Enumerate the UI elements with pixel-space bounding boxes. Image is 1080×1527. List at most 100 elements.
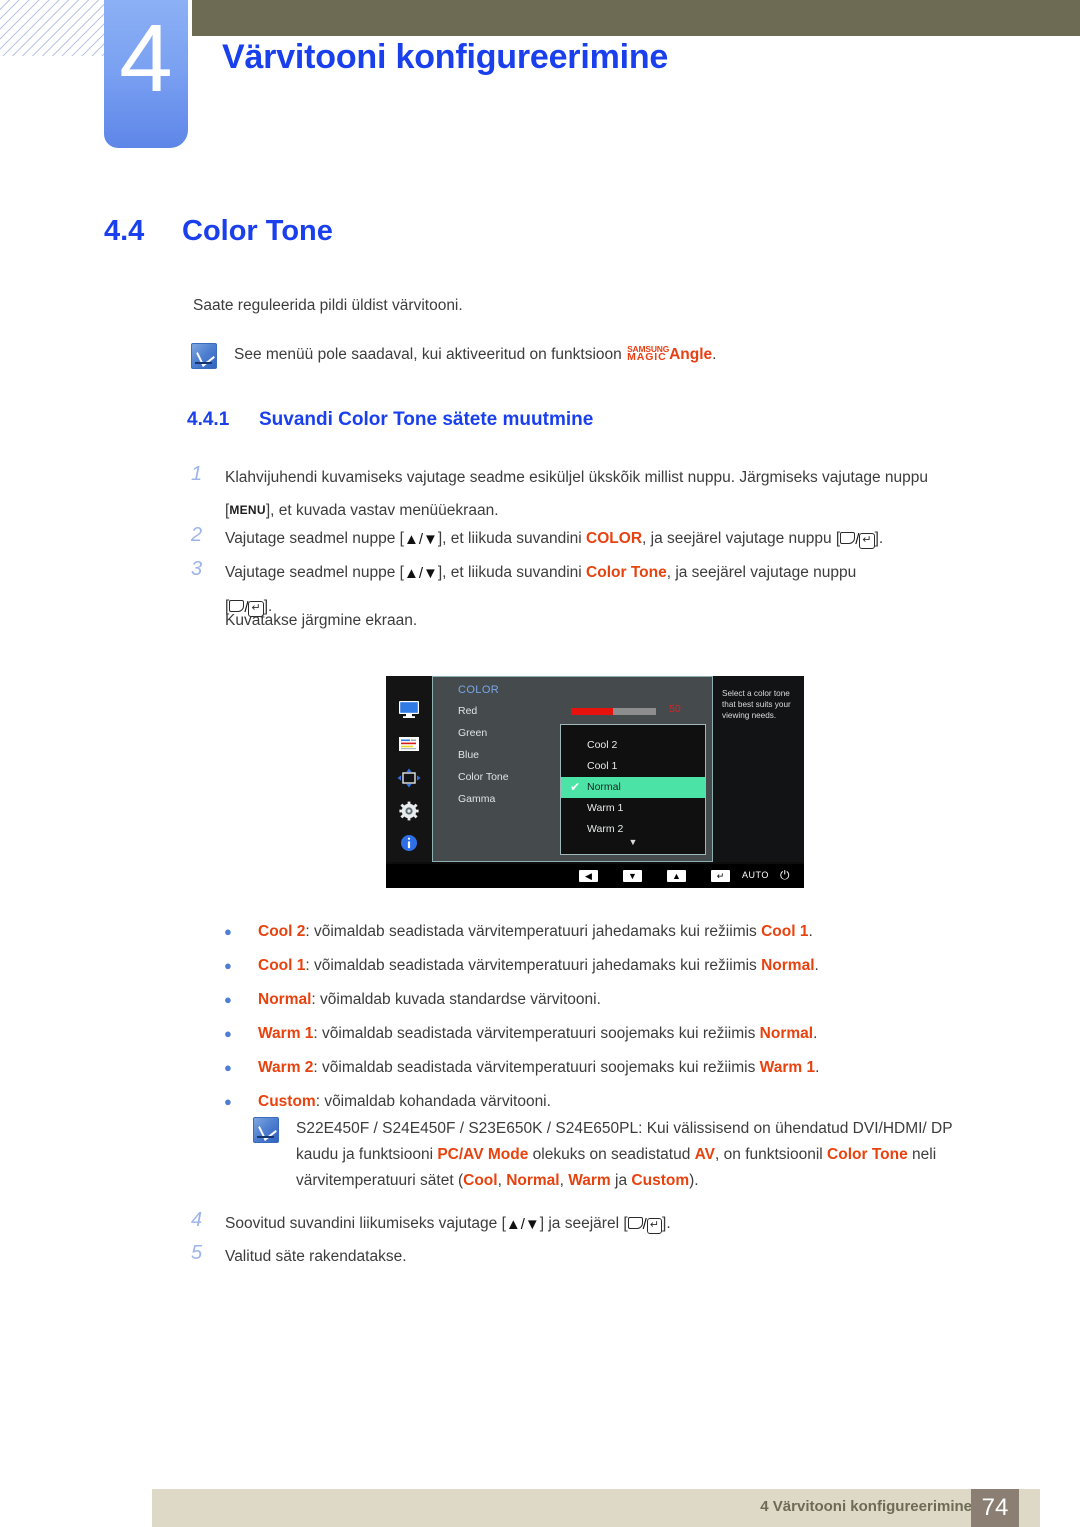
step-5: 5 Valitud säte rakendatakse. [191,1240,981,1273]
bullet-mid: : võimaldab seadistada värvitemperatuuri… [313,1025,760,1042]
bullet-term: Custom [258,1093,316,1110]
note2-hl-av: AV [694,1146,716,1163]
note2-text: S22E450F / S24E450F / S23E650K / S24E650… [296,1116,988,1194]
monitor-icon [397,699,421,719]
bullet-end: . [813,1025,818,1042]
source-button-glyph [229,600,245,612]
list-item: ● Normal: võimaldab kuvada standardse vä… [213,991,601,1009]
section-number: 4.4 [104,215,145,247]
subsection-title: Suvandi Color Tone sätete muutmine [259,409,594,430]
bullet-text: Cool 1: võimaldab seadistada värvitemper… [258,957,819,975]
step-3-number: 3 [191,558,203,580]
bullet-mid: : võimaldab seadistada värvitemperatuuri… [313,1059,760,1076]
step-5-text: Valitud säte rakendatakse. [225,1248,407,1265]
dropdown-option-label: Cool 1 [587,760,618,772]
dropdown-option-label: Normal [587,781,621,793]
color-tone-dropdown[interactable]: Cool 2 Cool 1 ✔ Normal Warm 1 Warm 2 ▼ [560,724,706,855]
osd-item-gamma[interactable]: Gamma [458,793,495,805]
note1-text-before: See menüü pole saadaval, kui aktiveeritu… [234,346,622,363]
dropdown-option-normal-selected[interactable]: ✔ Normal [561,777,705,798]
note1-text-after: . [712,346,717,363]
note-text: See menüü pole saadaval, kui aktiveeritu… [234,342,716,368]
note2-hl-warm: Warm [568,1172,611,1189]
key-up-button[interactable]: ▲ [667,870,686,882]
dropdown-option-cool-1[interactable]: Cool 1 [561,756,705,777]
osd-item-red[interactable]: Red [458,705,477,717]
source-button-glyph [840,532,856,544]
chapter-tab: 4 [104,0,188,148]
dropdown-option-label: Warm 1 [587,802,624,814]
bullet-text: Warm 1: võimaldab seadistada värvitemper… [258,1025,817,1043]
key-left-button[interactable]: ◀ [579,870,598,882]
note-box-models: S22E450F / S24E450F / S23E650K / S24E650… [253,1116,988,1194]
note2-hl-custom: Custom [631,1172,690,1189]
list-item: ● Warm 1: võimaldab seadistada värvitemp… [213,1025,817,1043]
bullet-term2: Cool 1 [761,923,809,940]
key-auto-label[interactable]: AUTO [742,870,769,880]
step-3-followup-text: Kuvatakse järgmine ekraan. [225,612,418,629]
note2-p6: , [559,1172,569,1189]
key-enter-button[interactable]: ↵ [711,870,730,882]
header-olive-bar [192,0,1080,36]
checkmark-icon: ✔ [570,780,581,794]
menu-key-label: MENU [229,503,266,517]
step-1: 1 Klahvijuhendi kuvamiseks vajutage sead… [191,461,981,527]
step2-highlight-color: COLOR [586,530,643,547]
list-item: ● Cool 2: võimaldab seadistada värvitemp… [213,923,813,941]
note2-p8: ). [689,1172,699,1189]
bullet-term: Cool 1 [258,957,306,974]
dropdown-option-warm-1[interactable]: Warm 1 [561,798,705,819]
bullet-term: Normal [258,991,312,1008]
step-1-text: Klahvijuhendi kuvamiseks vajutage seadme… [225,461,981,527]
up-down-arrows-glyph: ▲/▼ [403,565,438,582]
red-slider-track[interactable] [571,708,656,715]
step4-part2: ] ja seejärel [ [539,1215,628,1232]
step2-part1: Vajutage seadmel nuppe [ [225,530,404,547]
dropdown-option-label: Cool 2 [587,739,618,751]
bullet-dot-icon: ● [224,992,232,1007]
step3-part2: ], et liikuda suvandini [437,564,587,581]
bullet-dot-icon: ● [224,1060,232,1075]
dropdown-option-cool-2[interactable]: Cool 2 [561,735,705,756]
bullet-term: Cool 2 [258,923,306,940]
key-down-button[interactable]: ▼ [623,870,642,882]
note2-p5: , [497,1172,507,1189]
step3-part1: Vajutage seadmel nuppe [ [225,564,404,581]
scroll-down-arrow-icon[interactable]: ▼ [561,837,705,847]
osd-key-guide-bar: ◀ ▼ ▲ ↵ AUTO ⏻ [386,864,804,888]
osd-help-panel: Select a color tone that best suits your… [713,676,804,862]
bullet-mid: : võimaldab kuvada standardse värvitooni… [311,991,601,1008]
osd-panel-heading: COLOR [458,684,500,696]
step3-part3: , ja seejärel vajutage nuppu [666,564,857,581]
note-box-magic-angle: See menüü pole saadaval, kui aktiveeritu… [191,342,811,369]
size-position-icon [397,768,421,788]
step-2-text: Vajutage seadmel nuppe [▲/▼], et liikuda… [225,530,884,549]
source-button-glyph [627,1217,643,1229]
bullet-dot-icon: ● [224,1094,232,1109]
bullet-text: Custom: võimaldab kohandada värvitooni. [258,1093,551,1111]
step4-part3: ]. [662,1215,671,1232]
power-icon[interactable]: ⏻ [780,868,790,883]
page-title: 4.4 Color Tone [104,215,333,248]
page-number: 74 [971,1489,1019,1527]
section-title-text: Color Tone [182,215,333,247]
magic-angle-word: Angle [669,346,713,363]
bullet-mid: : võimaldab kohandada värvitooni. [315,1093,551,1110]
bullet-text: Normal: võimaldab kuvada standardse värv… [258,991,601,1009]
footer-chapter-label: 4 Värvitooni konfigureerimine [760,1498,972,1515]
step-1-number: 1 [191,463,203,485]
step2-part4: ]. [874,530,884,547]
magic-logo-bottom: MAGIC [627,351,667,363]
bullet-text: Cool 2: võimaldab seadistada värvitemper… [258,923,813,941]
enter-button-glyph: ↵ [646,1218,663,1234]
bullet-dot-icon: ● [224,924,232,939]
osd-item-blue[interactable]: Blue [458,749,479,761]
osd-item-green[interactable]: Green [458,727,487,739]
enter-button-glyph: ↵ [859,533,875,549]
step-5-number: 5 [191,1242,203,1264]
step2-part3: , ja seejärel vajutage nuppu [ [642,530,841,547]
note-pencil-icon [253,1117,279,1143]
osd-item-color-tone[interactable]: Color Tone [458,771,509,783]
bullet-term2: Normal [759,1025,814,1042]
osd-menu-screenshot: COLOR Red Green Blue Color Tone Gamma 50… [386,676,804,888]
